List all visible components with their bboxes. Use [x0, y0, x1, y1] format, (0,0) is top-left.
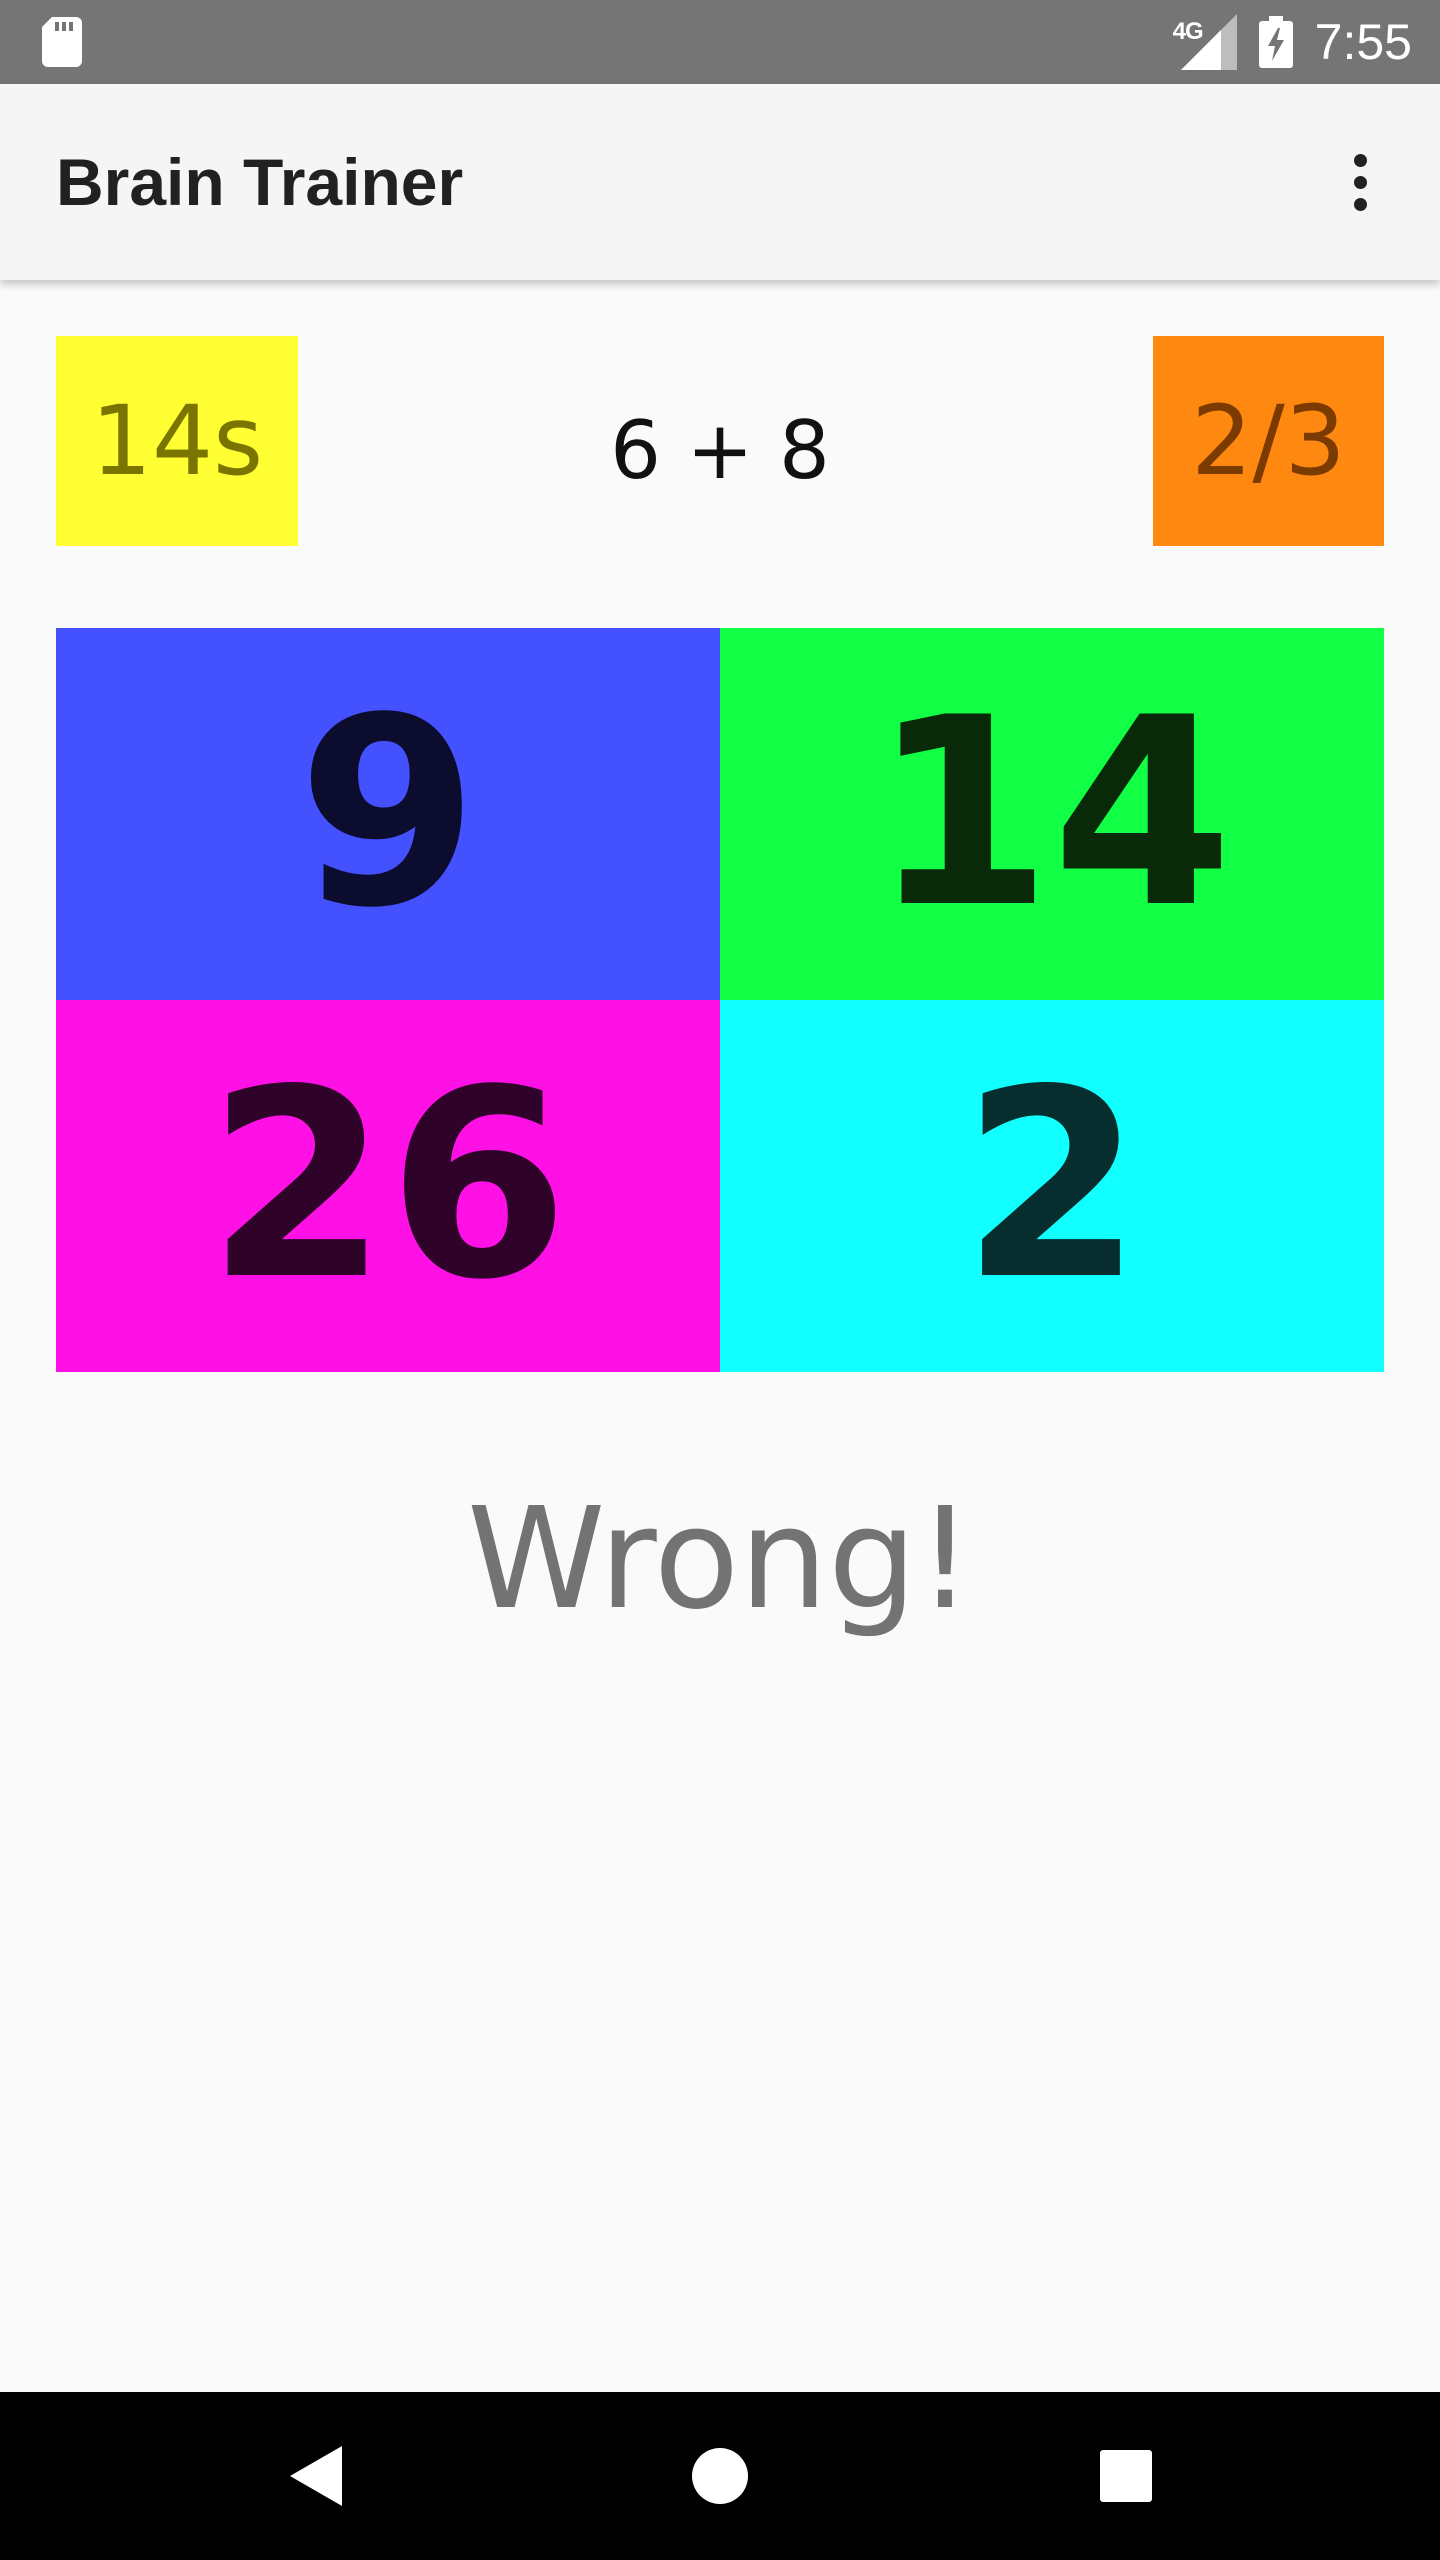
- sd-card-icon: [42, 17, 82, 67]
- signal-icon: [1180, 14, 1237, 70]
- app-title: Brain Trainer: [56, 145, 464, 219]
- status-bar: 4G 7:55: [0, 0, 1440, 84]
- overflow-dot: [1353, 197, 1367, 211]
- navigation-bar: [0, 2392, 1440, 2560]
- answer-button-1[interactable]: 9: [56, 628, 720, 1000]
- status-clock: 7:55: [1314, 14, 1412, 70]
- more-vert-icon[interactable]: [1320, 142, 1400, 222]
- back-icon[interactable]: [276, 2436, 356, 2516]
- timer-display: 14s: [56, 336, 298, 546]
- answer-button-3[interactable]: 26: [56, 1000, 720, 1372]
- result-message: Wrong!: [467, 1478, 973, 1641]
- answer-grid: 9 14 26 2: [56, 628, 1384, 1372]
- status-icons: 4G 7:55: [1173, 0, 1412, 84]
- answer-button-2[interactable]: 14: [720, 628, 1384, 1000]
- recents-icon[interactable]: [1086, 2436, 1166, 2516]
- question-text: 6 + 8: [610, 403, 830, 497]
- battery-charging-icon: [1258, 16, 1293, 68]
- score-display: 2/3: [1153, 336, 1384, 546]
- overflow-dot: [1353, 175, 1367, 189]
- answer-button-4[interactable]: 2: [720, 1000, 1384, 1372]
- home-icon[interactable]: [680, 2436, 760, 2516]
- app-bar: Brain Trainer: [0, 84, 1440, 280]
- overflow-dot: [1353, 153, 1367, 167]
